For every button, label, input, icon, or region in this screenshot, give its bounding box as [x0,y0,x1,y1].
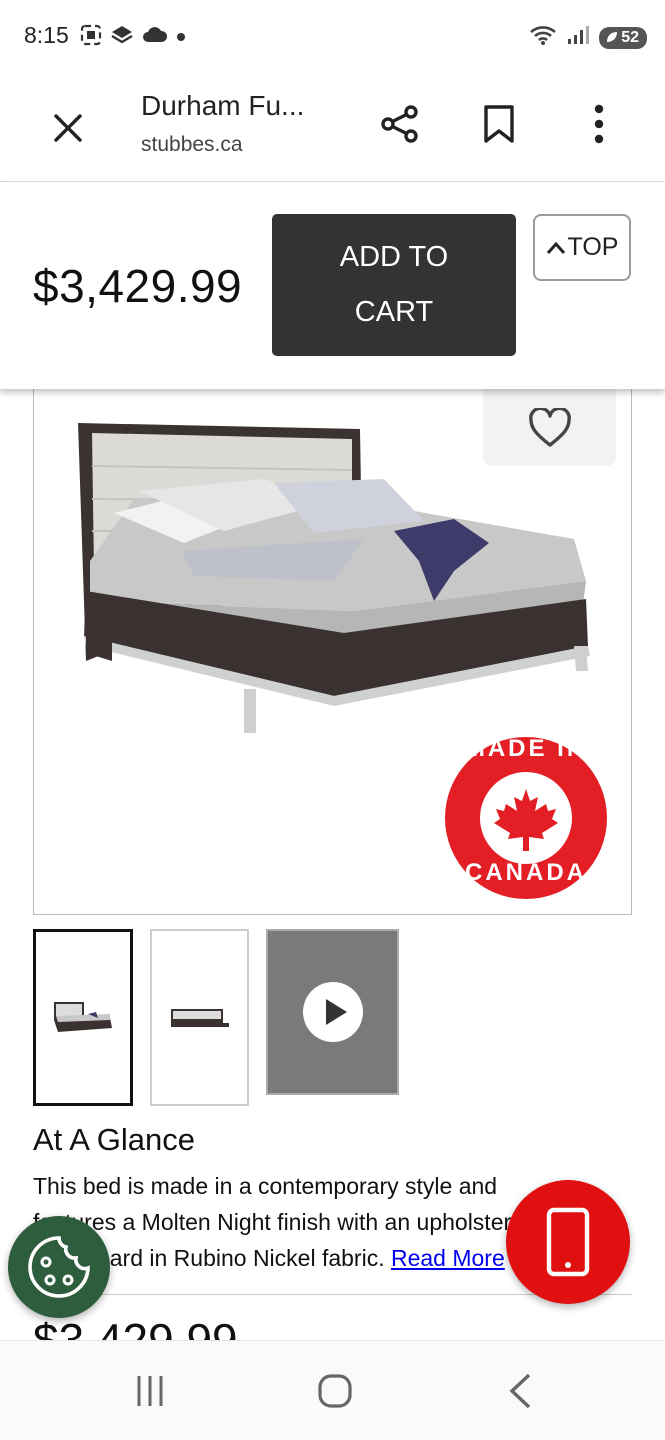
leaf-icon [605,30,619,49]
system-nav-bar [0,1340,665,1440]
status-bar: 8:15 52 [0,0,665,76]
call-button[interactable] [506,1180,630,1304]
battery-level: 52 [621,28,639,46]
product-price: $3,429.99 [33,260,243,312]
more-options-button[interactable] [578,100,620,148]
close-button[interactable] [46,106,90,150]
cookie-settings-button[interactable] [8,1216,110,1318]
browser-toolbar: Durham Fu... stubbes.ca [0,76,665,182]
wifi-icon [529,24,559,51]
bed-side-thumbnail-image [170,1008,229,1027]
more-vert-icon [594,104,604,144]
screenshot-icon [80,24,102,51]
home-icon [318,1374,352,1408]
page-title: Durham Fu... [141,90,305,121]
sticky-cart-bar: $3,429.99 ADD TO CART TOP [0,183,665,389]
back-chevron-icon [509,1373,531,1409]
back-button[interactable] [498,1369,542,1413]
share-icon [381,105,418,143]
top-label: TOP [567,233,619,261]
notification-dot-icon [176,29,186,47]
recent-apps-button[interactable] [128,1369,172,1413]
thumbnail-2[interactable] [150,929,249,1106]
video-thumbnail[interactable] [266,929,399,1095]
status-time: 8:15 [24,22,69,48]
close-icon [54,114,82,142]
battery-indicator: 52 [599,26,647,49]
product-image[interactable]: MADE IN CANADA [33,370,632,915]
share-button[interactable] [376,100,424,148]
back-to-top-button[interactable]: TOP [533,214,631,281]
thumbnail-1[interactable] [33,929,133,1106]
bed-thumbnail-image [54,1001,112,1032]
bookmark-icon [484,105,514,143]
read-more-link[interactable]: Read More [391,1245,505,1271]
bottom-price: $3,429.99 [33,1314,238,1340]
made-in-canada-badge [445,737,607,899]
home-button[interactable] [313,1369,357,1413]
page-url: stubbes.ca [141,133,243,156]
signal-icon [567,25,591,50]
glance-title: At A Glance [33,1122,195,1157]
layers-icon [110,24,134,51]
recent-apps-icon [137,1376,163,1406]
bookmark-button[interactable] [476,100,522,148]
chevron-up-icon [546,241,565,254]
cloud-icon [142,26,168,49]
cookie-icon [28,1236,90,1298]
play-icon [302,982,363,1042]
heart-icon [528,407,571,447]
mobile-phone-icon [546,1207,590,1277]
add-to-cart-button[interactable]: ADD TO CART [272,214,516,356]
